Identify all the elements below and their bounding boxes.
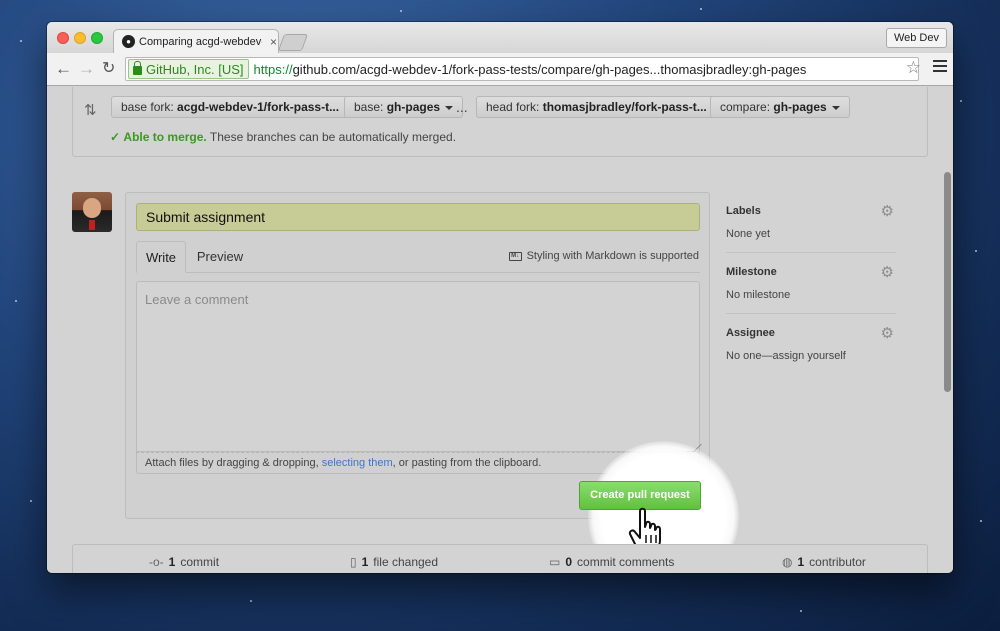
tab-write[interactable]: Write	[136, 241, 186, 273]
window-maximize-button[interactable]	[91, 32, 103, 44]
tab-close-icon[interactable]: ×	[270, 35, 277, 49]
base-branch-select[interactable]: base: gh-pages	[344, 96, 464, 118]
profile-button[interactable]: Web Dev	[885, 28, 947, 48]
url-scheme: https://	[253, 61, 293, 77]
reload-icon[interactable]: ↻	[102, 59, 115, 79]
sidebar-milestone: Milestone No milestone ⚙	[726, 253, 896, 314]
new-tab-button[interactable]	[277, 34, 309, 51]
compare-branch-select[interactable]: compare: gh-pages	[710, 96, 850, 118]
markdown-hint[interactable]: M↓ Styling with Markdown is supported	[508, 250, 699, 262]
create-pull-request-button[interactable]: Create pull request	[579, 481, 701, 510]
sidebar-assignee: Assignee No one—assign yourself ⚙	[726, 314, 896, 375]
tab-title: Comparing acgd-webdev-1...	[139, 35, 262, 48]
base-value: gh-pages	[386, 100, 441, 114]
sidebar-assignee-title: Assignee	[726, 327, 775, 339]
bookmark-star-icon[interactable]: ☆	[906, 58, 921, 78]
sidebar-labels: Labels None yet ⚙	[726, 192, 896, 253]
head-fork-value: thomasjbradley/fork-pass-t...	[542, 100, 707, 114]
browser-tab[interactable]: ● Comparing acgd-webdev-1... ×	[113, 29, 279, 53]
page-viewport: ⇅ base fork: acgd-webdev-1/fork-pass-t..…	[47, 87, 953, 573]
browser-window: ● Comparing acgd-webdev-1... × Web Dev ←…	[47, 22, 953, 573]
sidebar-milestone-title: Milestone	[726, 266, 777, 278]
files-label: file changed	[373, 555, 439, 569]
scrollbar[interactable]	[944, 172, 951, 392]
select-files-link[interactable]: selecting them	[322, 457, 393, 469]
discussion-sidebar: Labels None yet ⚙ Milestone No milestone…	[726, 192, 896, 375]
comments-count: 0	[565, 555, 573, 569]
window-minimize-button[interactable]	[74, 32, 86, 44]
title-bar: ● Comparing acgd-webdev-1... × Web Dev	[47, 22, 953, 53]
window-close-button[interactable]	[57, 32, 69, 44]
sidebar-milestone-value: No milestone	[726, 289, 791, 301]
contributors-label: contributor	[809, 555, 866, 569]
compare-stats: -o- 1 commit ▯ 1 file changed ▭ 0 commit…	[72, 544, 928, 573]
commits-label: commit	[180, 555, 220, 569]
stat-files[interactable]: ▯ 1 file changed	[350, 555, 438, 569]
sidebar-assignee-value[interactable]: No one—assign yourself	[726, 350, 846, 362]
stat-contributors[interactable]: ◍ 1 contributor	[782, 555, 866, 569]
files-count: 1	[361, 555, 369, 569]
head-fork-label: head fork:	[486, 100, 540, 114]
chevron-down-icon	[831, 105, 840, 110]
pr-title-input[interactable]	[136, 203, 700, 231]
ev-certificate-badge[interactable]: GitHub, Inc. [US]	[128, 59, 249, 79]
browser-toolbar: ← → ↻ GitHub, Inc. [US] https://github.c…	[47, 53, 953, 86]
comments-label: commit comments	[577, 555, 675, 569]
attach-suffix: , or pasting from the clipboard.	[392, 457, 542, 469]
commit-icon: -o-	[149, 555, 164, 569]
contributors-count: 1	[797, 555, 805, 569]
sidebar-labels-title: Labels	[726, 205, 761, 217]
gear-icon[interactable]: ⚙	[881, 324, 894, 342]
gear-icon[interactable]: ⚙	[881, 202, 894, 220]
stat-comments[interactable]: ▭ 0 commit comments	[549, 555, 674, 569]
forward-icon[interactable]: →	[78, 59, 95, 79]
comment-textarea[interactable]	[136, 281, 700, 452]
url-text: https://github.com/acgd-webdev-1/fork-pa…	[254, 62, 807, 77]
merge-status: ✓ Able to merge. These branches can be a…	[110, 130, 456, 144]
menu-icon[interactable]	[933, 60, 947, 74]
comment-icon: ▭	[549, 555, 561, 569]
markdown-icon: M↓	[508, 251, 522, 261]
tab-preview[interactable]: Preview	[190, 241, 250, 273]
merge-status-message: These branches can be automatically merg…	[209, 130, 457, 144]
address-bar[interactable]: GitHub, Inc. [US] https://github.com/acg…	[125, 57, 919, 81]
check-icon: ✓	[110, 130, 121, 144]
ev-badge-label: GitHub, Inc. [US]	[146, 61, 244, 77]
commits-count: 1	[168, 555, 176, 569]
base-label: base:	[354, 100, 384, 114]
stat-commits[interactable]: -o- 1 commit	[149, 555, 219, 569]
gear-icon[interactable]: ⚙	[881, 263, 894, 281]
url-path: github.com/acgd-webdev-1/fork-pass-tests…	[292, 61, 807, 77]
file-icon: ▯	[350, 555, 357, 569]
range-separator: ...	[456, 99, 468, 115]
compare-label: compare:	[720, 100, 771, 114]
base-fork-value: acgd-webdev-1/fork-pass-t...	[177, 100, 340, 114]
markdown-hint-label: Styling with Markdown is supported	[526, 250, 699, 262]
head-fork-select[interactable]: head fork: thomasjbradley/fork-pass-t...	[476, 96, 730, 118]
compare-arrows-icon: ⇅	[84, 102, 97, 119]
lock-icon	[133, 61, 142, 75]
github-icon: ●	[122, 35, 135, 48]
compare-value: gh-pages	[773, 100, 827, 114]
avatar[interactable]	[72, 192, 112, 232]
chevron-down-icon	[445, 105, 454, 110]
merge-status-label: Able to merge.	[123, 130, 207, 144]
compare-bar: ⇅ base fork: acgd-webdev-1/fork-pass-t..…	[72, 87, 928, 157]
attach-prefix: Attach files by dragging & dropping,	[145, 457, 322, 469]
sidebar-labels-value: None yet	[726, 228, 771, 240]
base-fork-label: base fork:	[121, 100, 174, 114]
back-icon[interactable]: ←	[55, 59, 72, 79]
base-fork-select[interactable]: base fork: acgd-webdev-1/fork-pass-t...	[111, 96, 363, 118]
contributor-icon: ◍	[782, 555, 793, 569]
